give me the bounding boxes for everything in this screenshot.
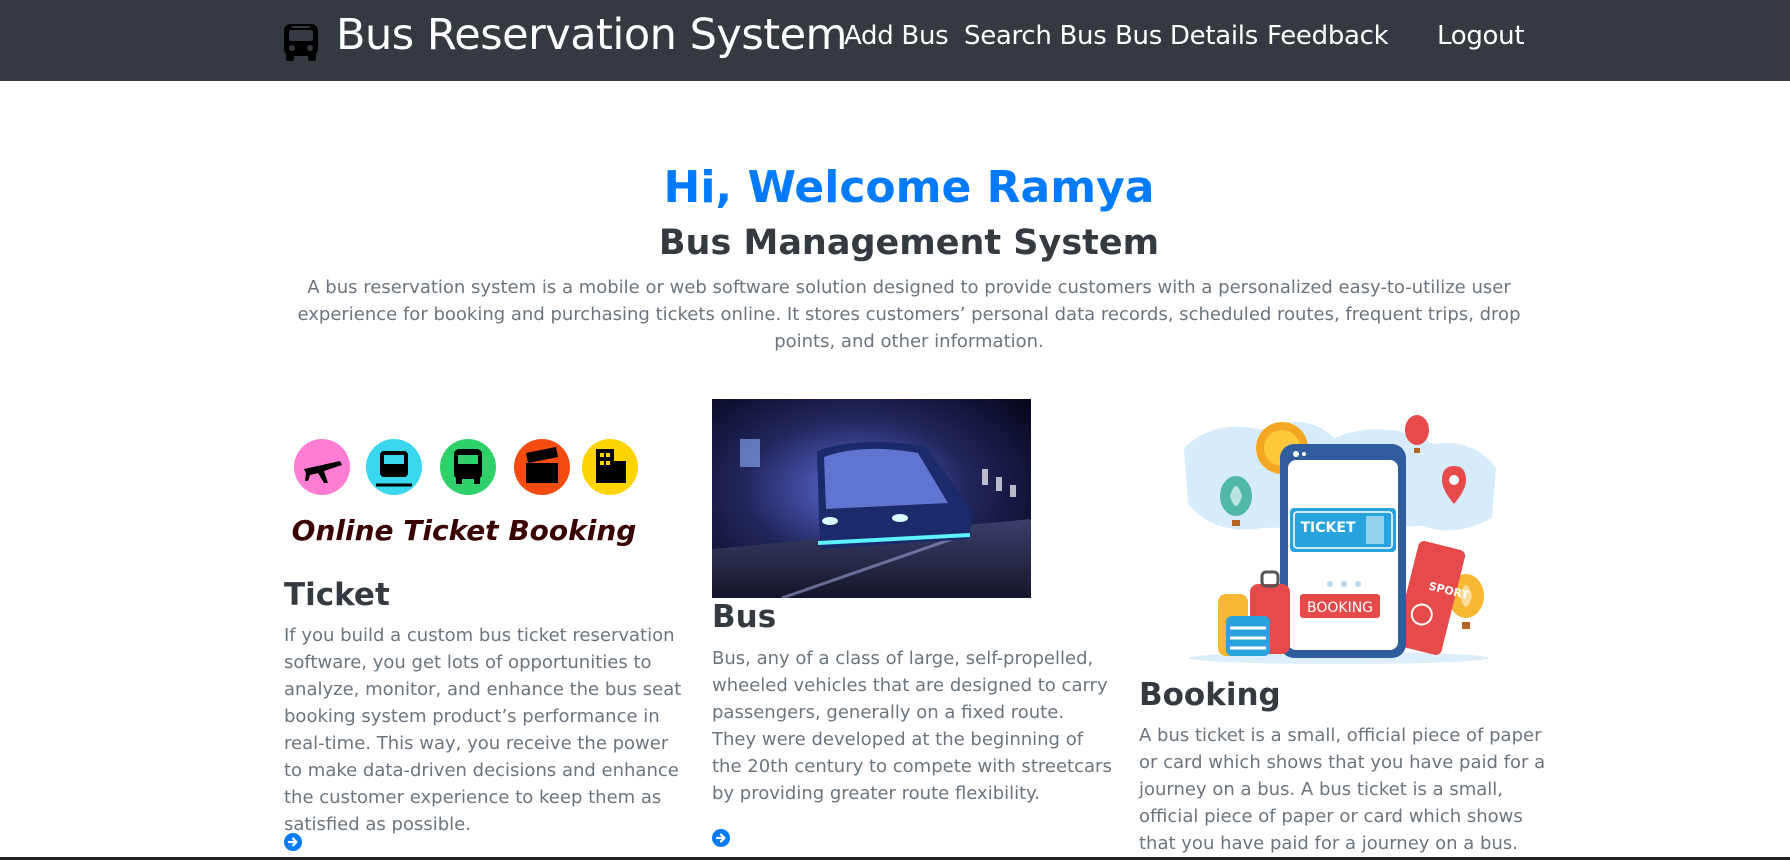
booking-card-text: A bus ticket is a small, official piece … <box>1139 725 1546 854</box>
hotel-icon <box>582 439 638 495</box>
airplane-icon <box>294 439 350 495</box>
nav-feedback[interactable]: Feedback <box>1267 19 1389 53</box>
luggage-icon <box>1218 570 1290 656</box>
nav-bus-details[interactable]: Bus Details <box>1115 19 1258 53</box>
ticket-icon: TICKET <box>1290 508 1396 552</box>
online-ticket-booking-image: Online Ticket Booking <box>284 425 644 555</box>
online-ticket-booking-caption: Online Ticket Booking <box>292 514 637 547</box>
ticket-label: TICKET <box>1301 520 1356 536</box>
booking-label: BOOKING <box>1307 600 1373 616</box>
bus-photo <box>712 399 1031 598</box>
brand-title[interactable]: Bus Reservation System <box>336 9 847 61</box>
booking-card-title: Booking <box>1139 677 1281 713</box>
page-subtitle: Bus Management System <box>658 223 1160 263</box>
bus-card-title: Bus <box>712 599 777 635</box>
arrow-circle-right-icon[interactable] <box>284 833 302 851</box>
ticket-card-text: If you build a custom bus ticket reserva… <box>284 625 682 835</box>
arrow-circle-right-icon[interactable] <box>712 829 730 847</box>
bus-icon <box>440 439 496 495</box>
clapperboard-icon <box>514 439 570 495</box>
top-navbar: Bus Reservation System Add Bus Search Bu… <box>0 0 1790 81</box>
nav-add-bus[interactable]: Add Bus <box>844 19 949 53</box>
booking-illustration: SPORT TICKET BOOKING <box>1174 408 1504 666</box>
logout-link[interactable]: Logout <box>1437 19 1525 53</box>
bus-card-text: Bus, any of a class of large, self-prope… <box>712 648 1112 804</box>
nav-search-bus[interactable]: Search Bus <box>964 19 1107 53</box>
intro-paragraph: A bus reservation system is a mobile or … <box>297 277 1521 352</box>
welcome-heading: Hi, Welcome Ramya <box>663 162 1155 213</box>
ticket-card-title: Ticket <box>284 577 390 613</box>
bus-icon <box>284 24 318 61</box>
train-icon <box>366 439 422 495</box>
